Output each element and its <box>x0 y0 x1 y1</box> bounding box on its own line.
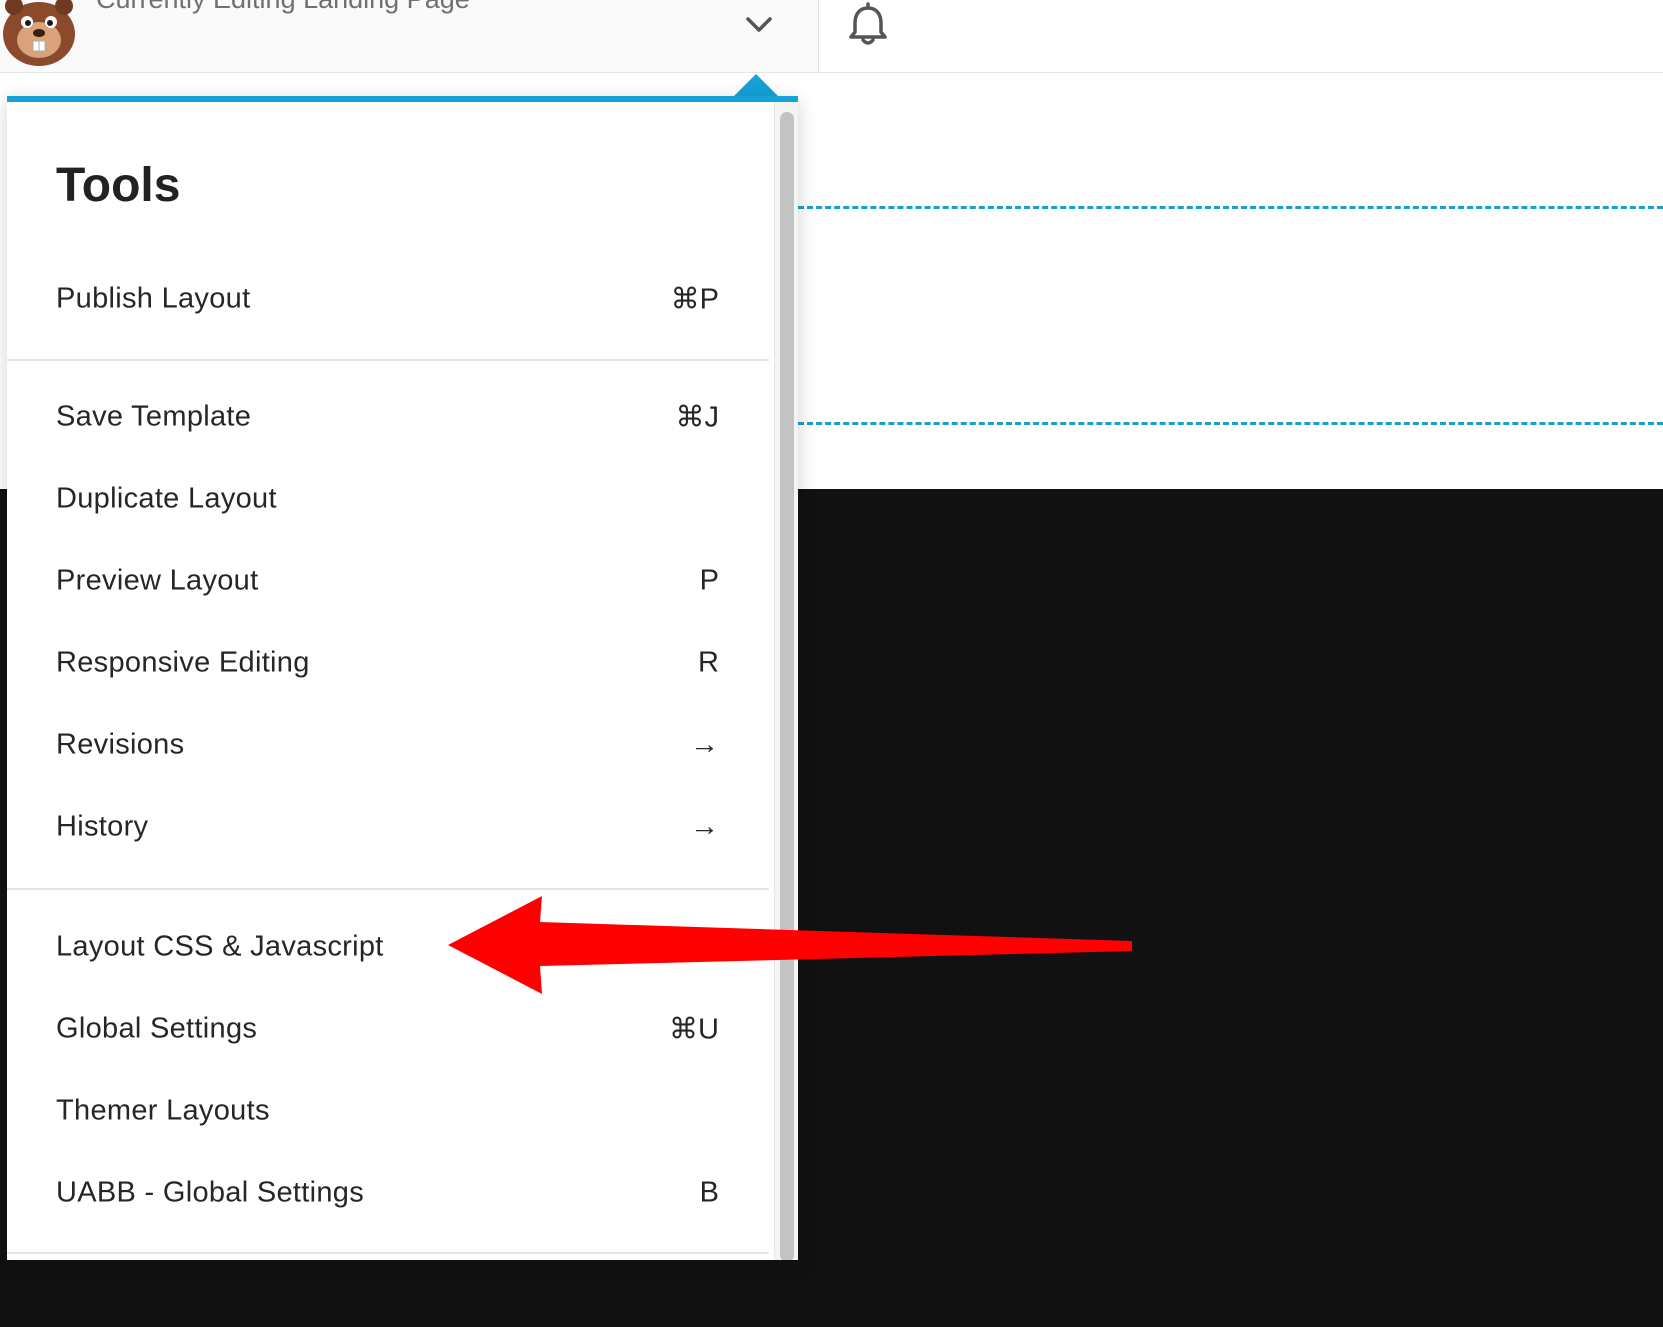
menu-divider <box>7 888 769 890</box>
menu-item-revisions[interactable]: Revisions → <box>7 710 767 780</box>
menu-item-global-settings[interactable]: Global Settings ⌘U <box>7 994 767 1064</box>
menu-item-label: Save Template <box>56 400 252 433</box>
menu-item-label: UABB - Global Settings <box>56 1176 365 1209</box>
menu-item-label: Revisions <box>56 728 185 761</box>
menu-item-label: Duplicate Layout <box>56 482 277 515</box>
menu-item-label: History <box>56 810 149 843</box>
panel-title: Tools <box>56 159 181 212</box>
keyboard-shortcut: P <box>699 564 719 597</box>
menu-item-publish-layout[interactable]: Publish Layout ⌘P <box>7 264 767 334</box>
menu-item-layout-css-javascript[interactable]: Layout CSS & Javascript <box>7 912 767 982</box>
menu-item-label: Layout CSS & Javascript <box>56 930 384 963</box>
editing-title: Currently Editing Landing Page <box>96 0 470 15</box>
menu-divider <box>7 359 769 361</box>
chevron-down-icon[interactable] <box>742 8 776 42</box>
menu-item-responsive-editing[interactable]: Responsive Editing R <box>7 628 767 698</box>
menu-item-duplicate-layout[interactable]: Duplicate Layout <box>7 464 767 534</box>
arrow-right-icon: → <box>690 810 719 843</box>
keyboard-shortcut: ⌘P <box>670 283 719 316</box>
menu-item-save-template[interactable]: Save Template ⌘J <box>7 382 767 452</box>
menu-item-label: Publish Layout <box>56 282 251 315</box>
keyboard-shortcut: ⌘U <box>669 1013 719 1046</box>
editing-title-bar[interactable]: Currently Editing Landing Page <box>0 0 819 72</box>
keyboard-shortcut: ⌘J <box>675 401 720 434</box>
tools-panel: Tools Publish Layout ⌘P Save Template ⌘J… <box>7 96 798 1260</box>
menu-item-label: Preview Layout <box>56 564 259 597</box>
beaver-logo-icon <box>3 0 75 66</box>
menu-item-uabb-global-settings[interactable]: UABB - Global Settings B <box>7 1158 767 1228</box>
builder-top-bar: Currently Editing Landing Page <box>0 0 1663 73</box>
menu-item-history[interactable]: History → <box>7 792 767 862</box>
keyboard-shortcut: R <box>698 646 719 679</box>
keyboard-shortcut: B <box>699 1176 719 1209</box>
scrollbar-thumb[interactable] <box>780 112 794 1260</box>
menu-item-label: Responsive Editing <box>56 646 310 679</box>
row-guide-line <box>798 422 1663 425</box>
menu-item-preview-layout[interactable]: Preview Layout P <box>7 546 767 616</box>
menu-item-label: Global Settings <box>56 1012 258 1045</box>
menu-item-label: Themer Layouts <box>56 1094 270 1127</box>
menu-item-themer-layouts[interactable]: Themer Layouts <box>7 1076 767 1146</box>
bell-icon[interactable] <box>846 2 890 48</box>
row-guide-line <box>798 206 1663 209</box>
panel-scrollbar[interactable] <box>774 102 798 1260</box>
arrow-right-icon: → <box>690 728 719 761</box>
panel-pointer-caret <box>734 74 778 96</box>
